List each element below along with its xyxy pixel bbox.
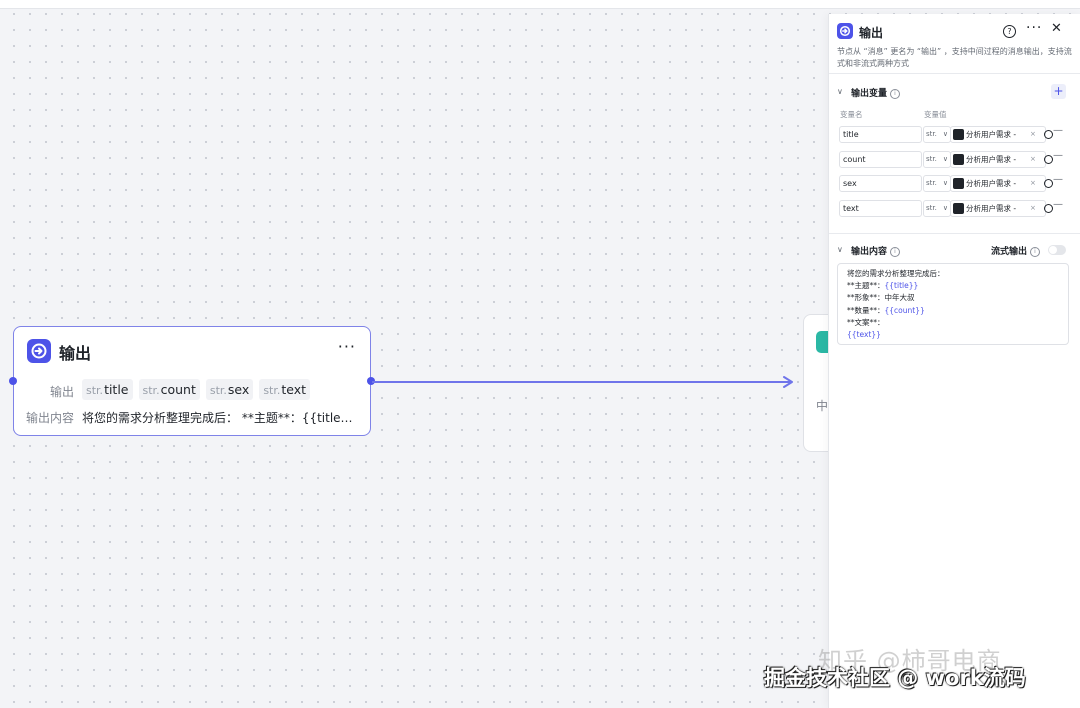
remove-row-button[interactable]: — (1053, 125, 1063, 136)
variable-value-ref[interactable]: 分析用户需求 - × (950, 175, 1053, 192)
variable-type-select[interactable]: str. ∨ (923, 126, 951, 143)
variable-name-input[interactable]: text (839, 200, 922, 217)
info-icon: i (1030, 246, 1041, 257)
output-variable-chips: str. title str. count str. sex str. text (82, 379, 311, 400)
chevron-down-icon: ∨ (942, 130, 948, 138)
output-vars-title: 输出变量 i (851, 86, 901, 99)
variable-picker-icon[interactable] (1044, 204, 1053, 213)
divider (829, 233, 1080, 234)
variable-row: title str. ∨ 分析用户需求 - × — (839, 125, 1075, 143)
variable-chip: str. title (82, 379, 133, 400)
variable-value-ref[interactable]: 分析用户需求 - × (950, 151, 1053, 168)
output-node[interactable]: 输出 ··· 输出 str. title str. count str. sex st… (9, 326, 375, 436)
info-icon: i (890, 246, 901, 257)
next-node-label: 中 (816, 399, 829, 413)
help-icon[interactable]: ? (1003, 25, 1016, 38)
connection-edge[interactable] (372, 374, 802, 390)
content-line: **数量**：{{count}} (847, 306, 925, 315)
variable-picker-icon[interactable] (1044, 130, 1053, 139)
content-line: {{text}} (847, 330, 881, 339)
variable-name-input[interactable]: sex (839, 175, 922, 192)
col-header-name: 变量名 (840, 110, 863, 119)
panel-output-icon (837, 23, 853, 39)
output-settings-panel: 输出 ? ··· ✕ 节点从 “消息” 更名为 “输出” ，支持中间过程的消息输… (828, 14, 1080, 708)
variable-chip: str. text (259, 379, 311, 400)
variable-type-select[interactable]: str. ∨ (923, 175, 951, 192)
info-icon: i (890, 88, 901, 99)
content-line: **文案**： (847, 318, 885, 327)
top-border (0, 0, 1080, 9)
clear-icon[interactable]: × (1030, 127, 1036, 142)
variable-picker-icon[interactable] (1044, 179, 1053, 188)
panel-description: 节点从 “消息” 更名为 “输出” ，支持中间过程的消息输出，支持流式和非流式两… (837, 47, 1072, 68)
variable-row: text str. ∨ 分析用户需求 - × — (839, 199, 1075, 217)
input-port[interactable] (9, 377, 17, 385)
variable-row: sex str. ∨ 分析用户需求 - × — (839, 174, 1075, 192)
divider (829, 73, 1080, 74)
variable-chip: str. sex (205, 379, 254, 400)
variable-row: count str. ∨ 分析用户需求 - × — (839, 150, 1075, 168)
stream-output-toggle[interactable] (1048, 245, 1066, 255)
chevron-down-icon: ∨ (942, 179, 948, 187)
output-row-label: 输出 (49, 385, 74, 399)
remove-row-button[interactable]: — (1053, 199, 1063, 210)
node-ref-icon (953, 178, 964, 189)
variable-value-ref[interactable]: 分析用户需求 - × (950, 200, 1053, 217)
close-icon[interactable]: ✕ (1051, 21, 1062, 36)
content-row-label: 输出内容 (25, 411, 74, 425)
variable-type-select[interactable]: str. ∨ (923, 151, 951, 168)
stream-output-label: 流式输出 i (991, 244, 1041, 257)
node-ref-icon (953, 203, 964, 214)
panel-title: 输出 (859, 26, 884, 40)
variable-value-ref[interactable]: 分析用户需求 - × (950, 126, 1053, 143)
node-ref-icon (953, 154, 964, 165)
output-content-editor[interactable]: 将您的需求分析整理完成后： **主题**：{{title}} **形象**：中年… (837, 263, 1069, 345)
clear-icon[interactable]: × (1030, 176, 1036, 191)
content-line: **主题**：{{title}} (847, 281, 919, 290)
add-variable-button[interactable]: + (1051, 84, 1066, 99)
remove-row-button[interactable]: — (1053, 150, 1063, 161)
variable-name-input[interactable]: title (839, 126, 922, 143)
chevron-down-icon: ∨ (942, 204, 948, 212)
juejin-watermark: 掘金技术社区 @ work流码 (764, 666, 1026, 690)
remove-row-button[interactable]: — (1053, 174, 1063, 185)
clear-icon[interactable]: × (1030, 152, 1036, 167)
col-header-value: 变量值 (924, 110, 947, 119)
content-line: **形象**：中年大叔 (847, 293, 915, 302)
chevron-down-icon[interactable]: ∨ (837, 245, 843, 254)
variable-type-select[interactable]: str. ∨ (923, 200, 951, 217)
output-node-icon (27, 339, 51, 363)
output-content-title: 输出内容 i (851, 244, 901, 257)
variable-picker-icon[interactable] (1044, 155, 1053, 164)
content-line: 将您的需求分析整理完成后： (847, 269, 945, 278)
chevron-down-icon: ∨ (942, 155, 948, 163)
chevron-down-icon[interactable]: ∨ (837, 87, 843, 96)
panel-more-icon[interactable]: ··· (1026, 20, 1042, 36)
content-preview: 将您的需求分析整理完成后： **主题**：{{title… (82, 411, 353, 425)
output-node-title: 输出 (59, 344, 92, 363)
variable-chip: str. count (138, 379, 200, 400)
node-ref-icon (953, 129, 964, 140)
more-icon[interactable]: ··· (338, 337, 356, 356)
clear-icon[interactable]: × (1030, 201, 1036, 216)
variable-name-input[interactable]: count (839, 151, 922, 168)
